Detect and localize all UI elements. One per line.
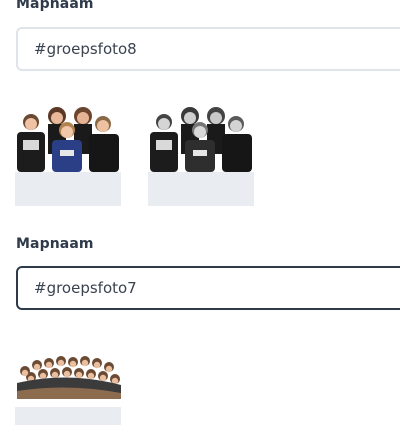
folder-name-label: Mapnaam [16,0,94,12]
photo-thumbnail[interactable] [15,341,121,425]
folder-name-input[interactable]: #groepsfoto7 [16,266,400,310]
photo-thumbnail[interactable] [15,100,121,206]
folder-name-label: Mapnaam [16,236,94,252]
folder-editor: Mapnaam #groepsfoto8 Mapnaam #groepsfoto… [0,0,400,425]
large-group-photo-image [15,341,121,407]
group-photo-image [15,100,121,172]
folder-name-value: #groepsfoto7 [34,279,137,297]
group-photo-bw-image [148,100,254,172]
folder-name-value: #groepsfoto8 [34,40,137,58]
photo-thumbnail[interactable] [148,100,254,206]
folder-name-input[interactable]: #groepsfoto8 [16,27,400,71]
